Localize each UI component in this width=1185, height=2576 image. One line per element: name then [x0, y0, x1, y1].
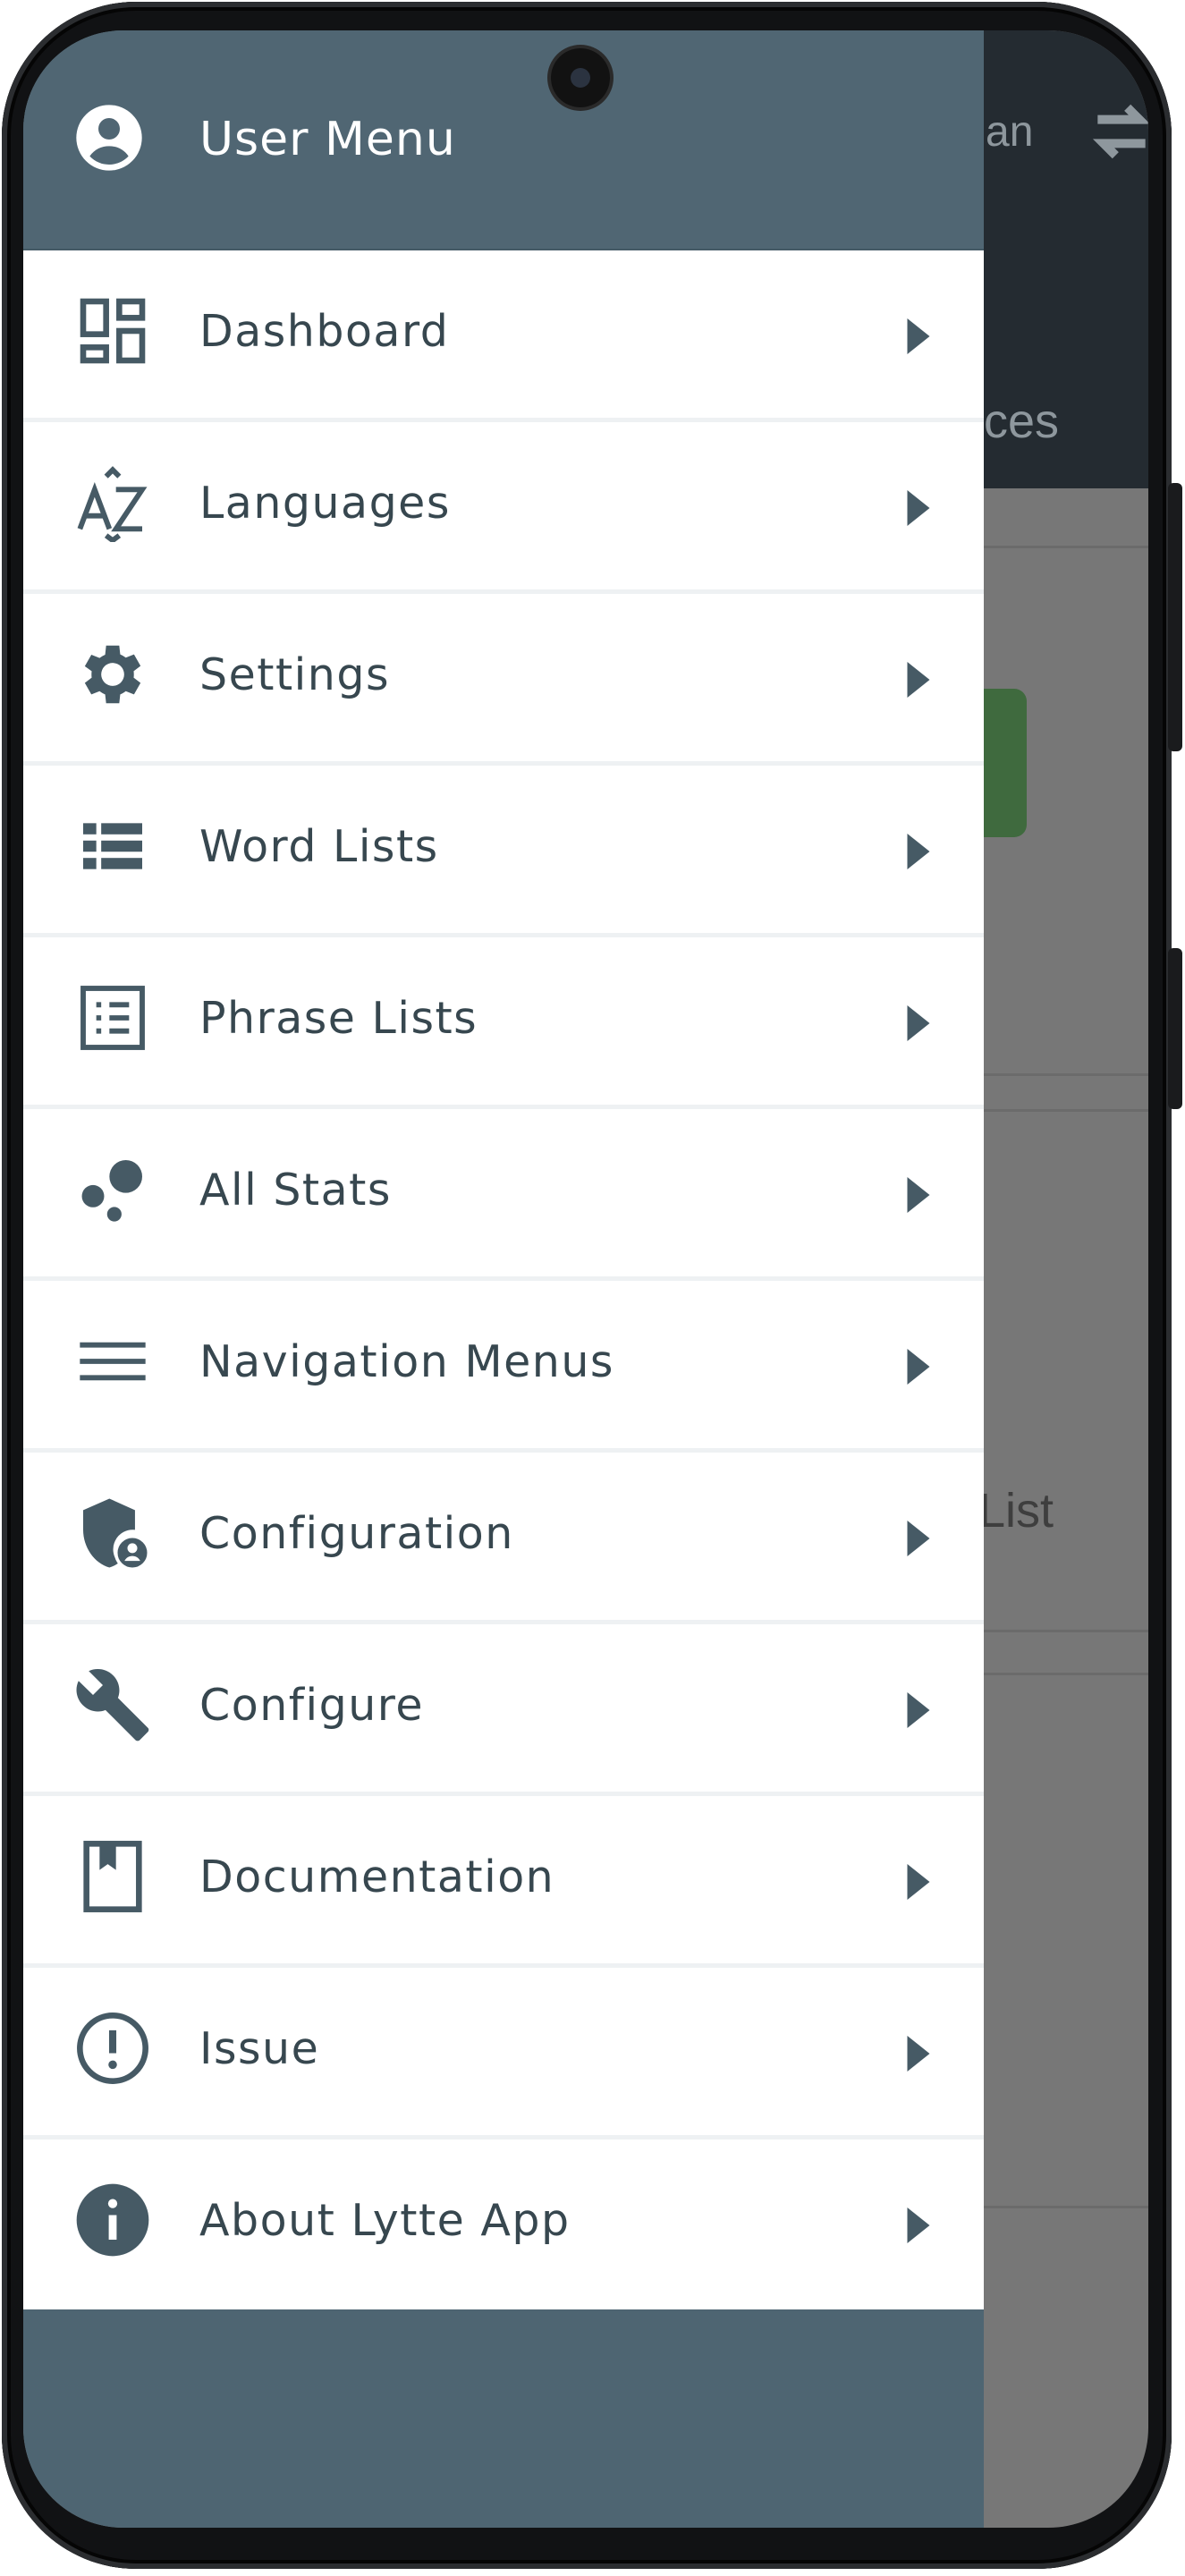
- menu-item-navigation-menus[interactable]: Navigation Menus: [23, 1281, 984, 1453]
- chevron-right-icon: [907, 1005, 930, 1041]
- background-divider: [984, 2206, 1148, 2208]
- chevron-right-icon: [907, 2207, 930, 2243]
- menu-item-label: Configure: [199, 1680, 424, 1731]
- gear-icon: [73, 635, 152, 714]
- chevron-right-icon: [907, 1177, 930, 1213]
- menu-item-phrase-lists[interactable]: Phrase Lists: [23, 937, 984, 1109]
- front-camera: [551, 48, 610, 107]
- list-icon: [73, 807, 152, 886]
- dashboard-icon: [73, 292, 152, 370]
- chevron-right-icon: [907, 662, 930, 698]
- menu-item-label: Documentation: [199, 1852, 555, 1902]
- swap-icon[interactable]: [1086, 100, 1148, 163]
- background-divider: [984, 1073, 1148, 1076]
- menu-item-label: Settings: [199, 649, 390, 700]
- menu-item-languages[interactable]: Languages: [23, 422, 984, 594]
- menu-item-all-stats[interactable]: All Stats: [23, 1109, 984, 1281]
- info-icon: [73, 2181, 152, 2259]
- menu-item-about-lytte-app[interactable]: About Lytte App: [23, 2140, 984, 2311]
- menu-item-label: Issue: [199, 2023, 320, 2074]
- chevron-right-icon: [907, 2036, 930, 2072]
- menu-item-label: Navigation Menus: [199, 1336, 614, 1387]
- shield-account-icon: [73, 1494, 152, 1572]
- background-divider: [984, 1109, 1148, 1112]
- chevron-right-icon: [907, 1692, 930, 1728]
- power-button: [1168, 948, 1182, 1109]
- chevron-right-icon: [907, 318, 930, 354]
- chevron-right-icon: [907, 1349, 930, 1385]
- chevron-right-icon: [907, 490, 930, 526]
- menu-item-documentation[interactable]: Documentation: [23, 1796, 984, 1968]
- drawer-title: User Menu: [199, 113, 456, 166]
- menu-item-word-lists[interactable]: Word Lists: [23, 766, 984, 937]
- bubble-chart-icon: [73, 1150, 152, 1229]
- volume-button: [1168, 483, 1182, 751]
- wrench-icon: [73, 1665, 152, 1744]
- menu-item-issue[interactable]: Issue: [23, 1968, 984, 2140]
- account-circle-icon: [76, 105, 142, 171]
- translate-az-icon: [73, 463, 152, 544]
- hamburger-menu-icon: [73, 1322, 152, 1401]
- menu-item-settings[interactable]: Settings: [23, 594, 984, 766]
- alert-circle-icon: [73, 2009, 152, 2088]
- menu-item-configure[interactable]: Configure: [23, 1624, 984, 1796]
- background-divider: [984, 1630, 1148, 1632]
- menu-item-label: Configuration: [199, 1508, 514, 1559]
- menu-item-dashboard[interactable]: Dashboard: [23, 250, 984, 422]
- background-list-text: List: [978, 1484, 1054, 1538]
- book-icon: [73, 1837, 152, 1916]
- phone-screen: an ces List User Menu Dashboard Language…: [23, 30, 1148, 2528]
- menu-item-label: All Stats: [199, 1165, 392, 1216]
- menu-item-label: Word Lists: [199, 821, 439, 872]
- background-top-text: an: [986, 108, 1034, 156]
- navigation-drawer: User Menu Dashboard Languages Settings W…: [23, 30, 984, 2528]
- menu-item-label: Phrase Lists: [199, 993, 478, 1044]
- chevron-right-icon: [907, 1521, 930, 1556]
- chevron-right-icon: [907, 1864, 930, 1900]
- menu-item-label: About Lytte App: [199, 2195, 571, 2246]
- chevron-right-icon: [907, 834, 930, 869]
- background-tab-text: ces: [984, 394, 1060, 448]
- list-box-icon: [73, 979, 152, 1057]
- menu-item-label: Dashboard: [199, 306, 450, 357]
- menu-item-label: Languages: [199, 478, 451, 529]
- drawer-menu: Dashboard Languages Settings Word Lists …: [23, 250, 984, 2309]
- background-divider: [984, 1673, 1148, 1675]
- drawer-header: User Menu: [23, 30, 984, 250]
- menu-item-configuration[interactable]: Configuration: [23, 1453, 984, 1624]
- background-divider: [984, 546, 1148, 548]
